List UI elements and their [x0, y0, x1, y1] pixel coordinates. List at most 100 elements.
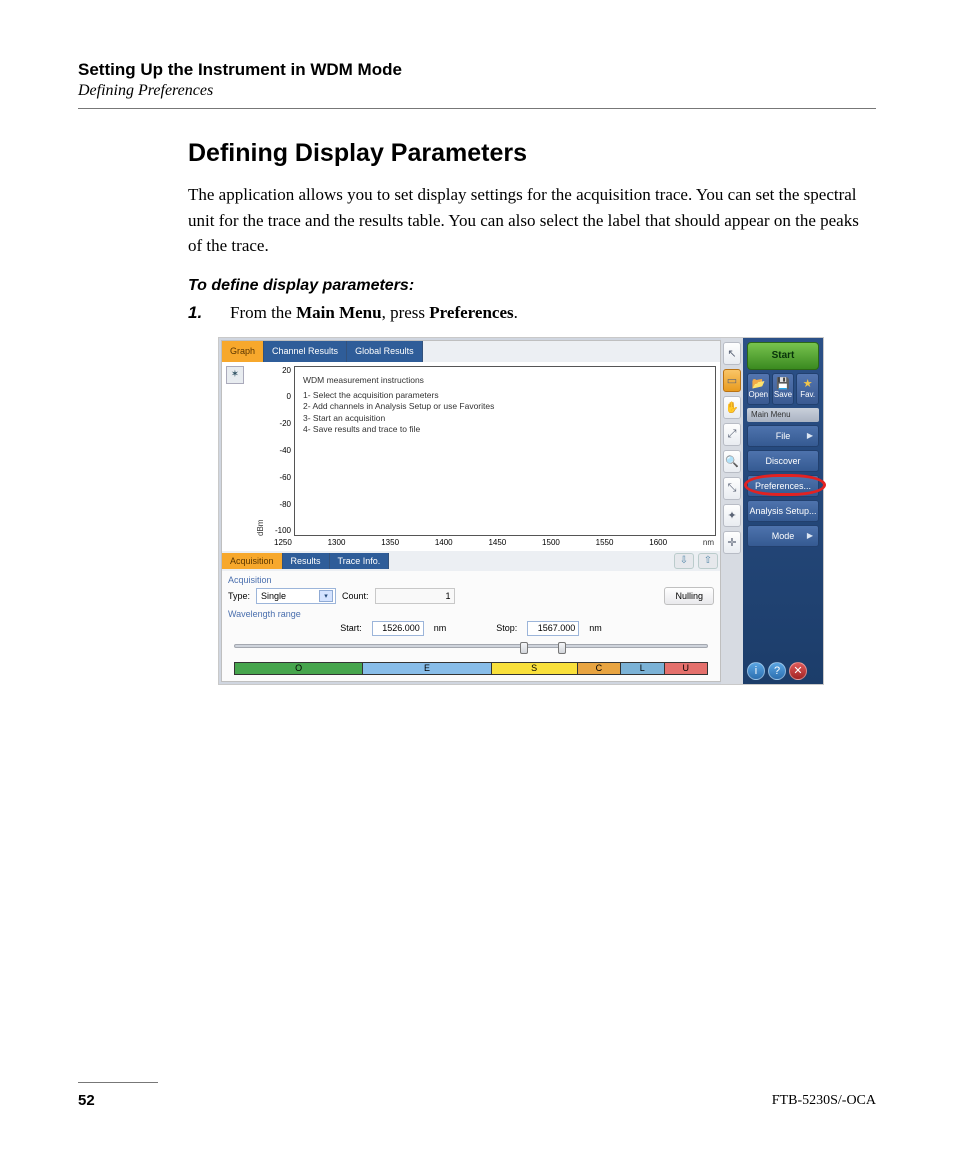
y-axis: dBm	[248, 366, 272, 536]
step-text-fragment: , press	[382, 303, 430, 322]
menu-mode[interactable]: Mode ▶	[747, 525, 819, 547]
menu-discover[interactable]: Discover	[747, 450, 819, 472]
step-text-fragment: From the	[230, 303, 296, 322]
section-subtitle: Defining Preferences	[78, 82, 876, 100]
plot-canvas[interactable]: WDM measurement instructions 1- Select t…	[294, 366, 716, 536]
star-icon: ★	[803, 379, 813, 390]
x-tick: 1600	[649, 538, 667, 547]
x-tick: 1400	[435, 538, 453, 547]
tab-acquisition[interactable]: Acquisition	[222, 553, 283, 569]
band-e: E	[363, 663, 491, 674]
step-number: 1.	[188, 303, 210, 323]
close-icon[interactable]: ✕	[789, 662, 807, 680]
plot-instructions-line: 3- Start an acquisition	[303, 413, 494, 424]
spectral-bands: O E S C L U	[234, 662, 708, 675]
step-row: 1. From the Main Menu, press Preferences…	[188, 303, 876, 323]
tab-global-results[interactable]: Global Results	[347, 341, 423, 362]
band-o: O	[235, 663, 363, 674]
y-axis-label: dBm	[256, 366, 265, 536]
collapse-up-button[interactable]: ⇧	[698, 553, 718, 569]
x-tick: 1500	[542, 538, 560, 547]
y-tick: -40	[279, 446, 291, 455]
info-icon[interactable]: i	[747, 662, 765, 680]
main-menu-sidebar: Start 📂Open 💾Save ★Fav. Main Menu File▶ …	[743, 338, 823, 684]
help-icon[interactable]: ?	[768, 662, 786, 680]
origin-icon[interactable]: ✶	[226, 366, 244, 384]
nulling-button[interactable]: Nulling	[664, 587, 714, 605]
x-tick: 1250	[274, 538, 292, 547]
menu-file[interactable]: File▶	[747, 425, 819, 447]
open-icon: 📂	[751, 379, 765, 390]
open-button[interactable]: 📂Open	[747, 373, 770, 405]
graph-area: ✶ dBm 20 0 -20 -40 -60 -80 -100	[222, 362, 720, 551]
menu-preferences[interactable]: Preferences...	[747, 475, 819, 497]
stop-label: Stop:	[496, 623, 517, 633]
body-paragraph: The application allows you to set displa…	[188, 182, 876, 259]
page-footer: 52 FTB-5230S/-OCA	[78, 1092, 876, 1109]
start-label: Start:	[340, 623, 362, 633]
pointer-tool-icon[interactable]: ▭	[723, 369, 741, 392]
footer-buttons: i ? ✕	[747, 658, 819, 680]
tab-results[interactable]: Results	[283, 553, 330, 569]
stop-unit: nm	[589, 623, 602, 633]
acq-panel-label: Acquisition	[228, 575, 714, 585]
main-menu-header: Main Menu	[747, 408, 819, 422]
wavelength-label: Wavelength range	[228, 609, 714, 619]
y-tick: -60	[279, 473, 291, 482]
dropdown-arrow-icon: ▾	[319, 590, 333, 602]
acquisition-panel: Acquisition Type: Single ▾ Count: 1 Null…	[222, 571, 720, 681]
favorites-button[interactable]: ★Fav.	[796, 373, 819, 405]
hand-tool-icon[interactable]: ✋	[723, 396, 741, 419]
step-text: From the Main Menu, press Preferences.	[230, 303, 518, 323]
band-l: L	[621, 663, 664, 674]
band-u: U	[665, 663, 707, 674]
plot-instructions-title: WDM measurement instructions	[303, 375, 494, 386]
open-label: Open	[749, 390, 769, 399]
step-text-bold: Main Menu	[296, 303, 381, 322]
x-tick: 1300	[328, 538, 346, 547]
y-tick: 0	[287, 392, 291, 401]
count-input[interactable]: 1	[375, 588, 455, 604]
highlight-callout	[744, 474, 826, 496]
page-number: 52	[78, 1092, 95, 1109]
chevron-right-icon: ▶	[807, 431, 813, 440]
tab-channel-results[interactable]: Channel Results	[264, 341, 347, 362]
menu-label: Mode	[772, 531, 795, 541]
type-select[interactable]: Single ▾	[256, 588, 336, 604]
start-input[interactable]: 1526.000	[372, 621, 424, 636]
stop-input[interactable]: 1567.000	[527, 621, 579, 636]
crosshair-tool-icon[interactable]: ✛	[723, 531, 741, 554]
menu-analysis-setup[interactable]: Analysis Setup...	[747, 500, 819, 522]
marker-tool-icon[interactable]: ✦	[723, 504, 741, 527]
start-unit: nm	[434, 623, 447, 633]
zoom-in-icon[interactable]: 🔍	[723, 450, 741, 473]
wavelength-slider[interactable]	[228, 644, 714, 656]
x-tick: 1550	[596, 538, 614, 547]
graph-tools: ↖ ▭ ✋ ⤢ 🔍 ⤡ ✦ ✛	[721, 338, 743, 684]
start-button[interactable]: Start	[747, 342, 819, 370]
collapse-down-button[interactable]: ⇩	[674, 553, 694, 569]
zoom-out-icon[interactable]: ⤢	[723, 423, 741, 446]
cursor-tool-icon[interactable]: ↖	[723, 342, 741, 365]
save-icon: 💾	[776, 379, 790, 390]
tab-trace-info[interactable]: Trace Info.	[330, 553, 390, 569]
plot-instructions-line: 1- Select the acquisition parameters	[303, 390, 494, 401]
chevron-right-icon: ▶	[807, 531, 813, 540]
tab-graph[interactable]: Graph	[222, 341, 264, 362]
x-axis-ticks: 1250 1300 1350 1400 1450 1500 1550 1600 …	[248, 536, 716, 547]
zoom-fit-icon[interactable]: ⤡	[723, 477, 741, 500]
main-panel: Graph Channel Results Global Results ✶ d…	[221, 340, 721, 682]
bottom-tab-bar: Acquisition Results Trace Info. ⇩ ⇧	[222, 551, 720, 571]
x-axis-unit: nm	[703, 538, 714, 547]
slider-thumb-stop[interactable]	[558, 642, 566, 654]
type-value: Single	[261, 591, 286, 601]
y-tick: -80	[279, 500, 291, 509]
plot-instructions-line: 4- Save results and trace to file	[303, 424, 494, 435]
file-action-row: 📂Open 💾Save ★Fav.	[747, 373, 819, 405]
header-rule	[78, 108, 876, 109]
save-button[interactable]: 💾Save	[772, 373, 795, 405]
slider-thumb-start[interactable]	[520, 642, 528, 654]
y-tick: -100	[275, 526, 291, 535]
fav-label: Fav.	[800, 390, 815, 399]
footer-rule	[78, 1082, 158, 1083]
